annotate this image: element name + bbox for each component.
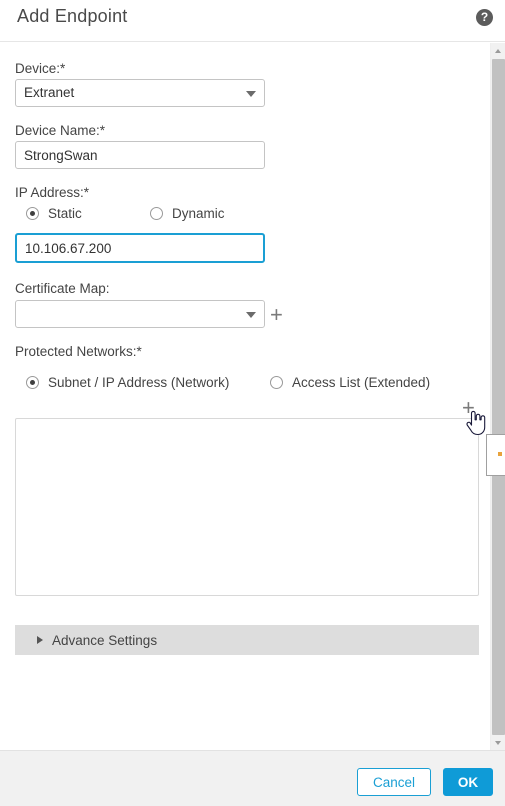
vertical-scrollbar[interactable] [490, 43, 505, 750]
protected-networks-label: Protected Networks:* [15, 344, 142, 359]
radio-ip-dynamic-label: Dynamic [172, 206, 225, 221]
radio-access-list-extended[interactable]: Access List (Extended) [270, 375, 430, 390]
radio-dot-icon [270, 376, 283, 389]
device-select[interactable]: Extranet [15, 79, 265, 107]
add-certificate-map-plus-icon[interactable]: + [270, 304, 283, 326]
page-title: Add Endpoint [17, 6, 128, 26]
ok-button[interactable]: OK [443, 768, 493, 796]
device-name-input[interactable] [15, 141, 265, 169]
radio-ip-static-label: Static [48, 206, 82, 221]
radio-dot-icon [150, 207, 163, 220]
radio-subnet-ip-address-label: Subnet / IP Address (Network) [48, 375, 230, 390]
device-label: Device:* [15, 61, 66, 76]
radio-ip-dynamic[interactable]: Dynamic [150, 206, 225, 221]
add-endpoint-dialog: Add Endpoint ? Device:* Extranet Device … [0, 0, 505, 806]
tooltip-bullet-icon [498, 452, 502, 456]
cancel-button[interactable]: Cancel [357, 768, 431, 796]
add-protected-network-plus-icon[interactable]: + [462, 397, 475, 419]
certificate-map-label: Certificate Map: [15, 281, 110, 296]
radio-ip-static[interactable]: Static [26, 206, 82, 221]
radio-access-list-extended-label: Access List (Extended) [292, 375, 431, 390]
ip-address-label: IP Address:* [15, 185, 90, 200]
radio-dot-icon [26, 207, 39, 220]
tooltip-popup [486, 434, 505, 476]
advance-settings-toggle[interactable]: Advance Settings [15, 625, 479, 655]
dialog-body: Device:* Extranet Device Name:* IP Addre… [0, 43, 496, 750]
device-select-value: Extranet [24, 85, 75, 100]
advance-settings-label: Advance Settings [52, 632, 158, 648]
dialog-header: Add Endpoint ? [0, 0, 505, 42]
help-circle-icon[interactable]: ? [476, 9, 493, 26]
radio-dot-icon [26, 376, 39, 389]
chevron-down-icon [246, 91, 256, 97]
caret-right-icon [37, 636, 43, 644]
certificate-map-select[interactable] [15, 300, 265, 328]
chevron-down-icon [246, 312, 256, 318]
caret-down-icon[interactable] [491, 735, 505, 750]
ip-address-input[interactable] [15, 233, 265, 263]
device-name-label: Device Name:* [15, 123, 106, 138]
radio-subnet-ip-address[interactable]: Subnet / IP Address (Network) [26, 375, 229, 390]
scrollbar-thumb[interactable] [492, 59, 505, 735]
protected-networks-list[interactable] [15, 418, 479, 596]
caret-up-icon[interactable] [491, 43, 505, 58]
